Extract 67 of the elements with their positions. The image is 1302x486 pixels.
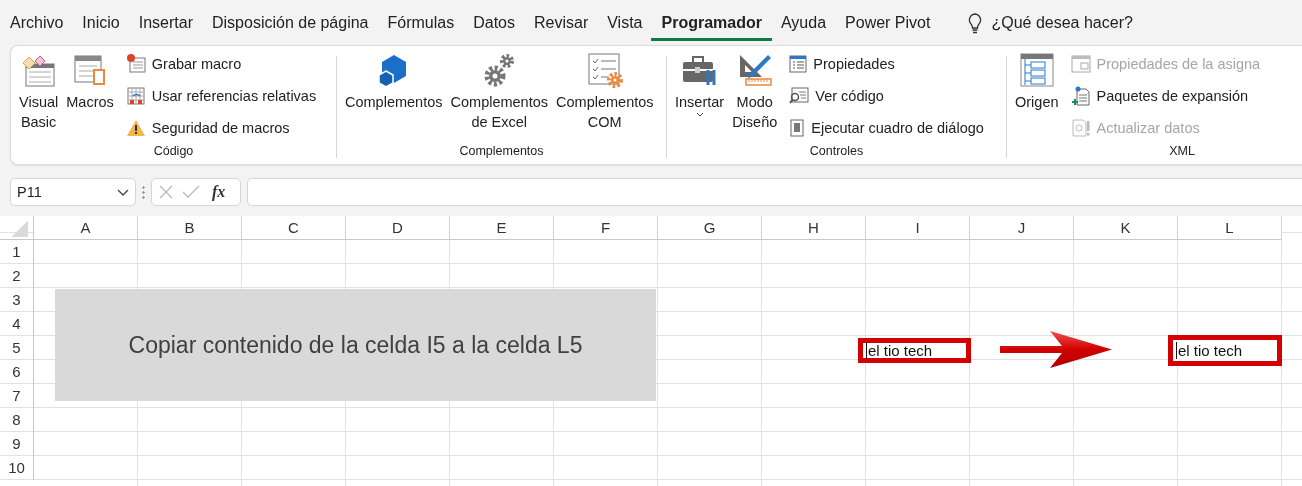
menu-tab[interactable]: Revisar [524,0,598,45]
text-shape: Copiar contenido de la celda I5 a la celda L5 [55,289,656,401]
ribbon-button[interactable]: Complementos [343,52,445,112]
ribbon-button[interactable]: Usar referencias relativas [123,82,319,110]
menu-tab[interactable]: Vista [597,0,652,45]
record-macro-icon [125,54,146,74]
column-header[interactable]: J [970,216,1074,240]
tell-me-search[interactable]: ¿Qué desea hacer? [991,13,1133,32]
dialog-icon [789,119,806,137]
text-box: el tio tech [1168,335,1282,366]
map-properties-icon [1070,55,1091,73]
column-header[interactable]: I [866,216,970,240]
check-icon [182,184,200,200]
column-header[interactable]: A [34,216,138,240]
menu-tab[interactable]: Inicio [72,0,129,45]
macro-sheet-icon [72,52,108,88]
properties-list-icon [789,55,808,73]
column-header[interactable]: F [554,216,658,240]
ribbon-button[interactable]: Insertar [673,52,727,121]
column-header[interactable]: G [658,216,762,240]
menu-tab[interactable]: Programador [651,0,771,45]
grip-icon [142,185,145,199]
group-label: Complementos [459,143,544,158]
menu-tab[interactable]: Ayuda [771,0,836,45]
ribbon-button[interactable]: Complementos COM [554,52,656,132]
refresh-data-icon [1070,118,1091,138]
xml-tree-icon [1018,52,1055,88]
group-label: XML [1169,143,1195,158]
warning-icon [125,118,146,138]
menu-tab[interactable]: Fórmulas [377,0,464,45]
name-box[interactable]: P11 [10,178,136,206]
group-label: Controles [809,143,864,158]
menu-tab[interactable]: Disposición de página [201,0,378,45]
ribbon-button[interactable]: Macros [64,52,116,112]
group-label: Código [153,143,194,158]
column-header[interactable]: K [1074,216,1178,240]
column-header[interactable]: E [450,216,554,240]
ribbon-button[interactable]: Visual Basic [17,52,61,132]
ribbon-button[interactable]: Seguridad de macros [123,114,319,142]
select-all-corner[interactable] [0,216,34,240]
ribbon-button[interactable]: Ver código [787,82,986,110]
column-header[interactable]: H [762,216,866,240]
formula-input[interactable] [247,178,1302,206]
lightbulb-icon [967,11,984,34]
column-header[interactable]: B [138,216,242,240]
menu-tab[interactable]: Insertar [128,0,202,45]
ribbon-button[interactable]: Propiedades [787,50,986,78]
ribbon-button[interactable]: Modo Diseño [730,52,780,132]
chevron-down-icon [117,188,129,196]
menu-tab[interactable]: Datos [463,0,524,45]
ribbon-button[interactable]: Paquetes de expansión [1068,82,1263,110]
menu-tab[interactable]: Archivo [0,0,73,45]
checklist-gear-icon [586,52,623,88]
column-header[interactable]: L [1178,216,1282,240]
ribbon-button[interactable]: Grabar macro [123,50,319,78]
view-code-icon [789,87,810,105]
insert-function-button[interactable]: fx [212,183,226,201]
column-header[interactable]: C [242,216,346,240]
expansion-pack-icon [1070,86,1091,106]
ribbon-button[interactable]: Ejecutar cuadro de diálogo [787,114,986,142]
menu-tab[interactable]: Power Pivot [835,0,940,45]
text-box: el tio tech [858,338,971,363]
ribbon-button[interactable]: Origen [1013,52,1061,112]
ribbon-button[interactable]: Complementos de Excel [448,52,551,132]
relative-reference-icon [125,86,146,106]
column-header[interactable]: D [346,216,450,240]
cancel-icon [158,184,174,200]
